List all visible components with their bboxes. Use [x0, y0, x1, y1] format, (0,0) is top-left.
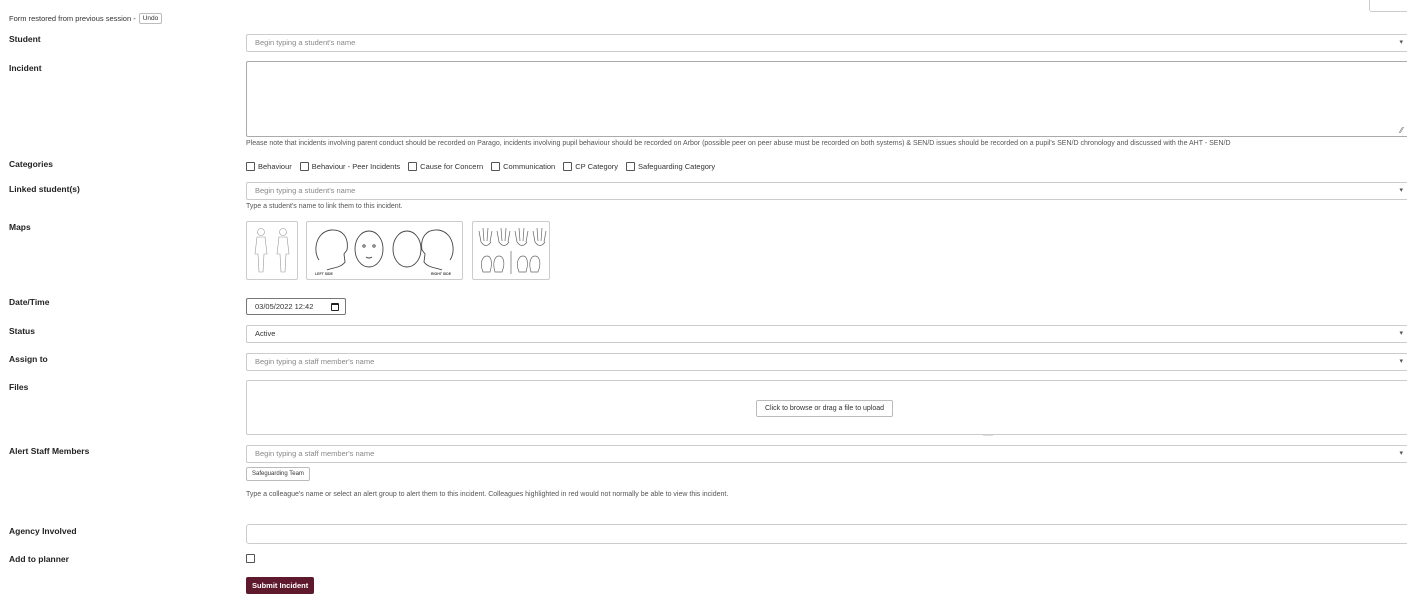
chevron-down-icon: ▾: [1399, 450, 1403, 457]
agency-input[interactable]: [246, 524, 1407, 544]
safeguarding-team-button[interactable]: Safeguarding Team: [246, 467, 310, 481]
upload-button[interactable]: Click to browse or drag a file to upload: [756, 400, 894, 417]
alert-help-text: Type a colleague's name or select an ale…: [246, 491, 729, 498]
restore-text: Form restored from previous session -: [9, 14, 136, 23]
chevron-down-icon: ▾: [1399, 330, 1403, 337]
hands-feet-map-icon: [478, 227, 547, 274]
linked-help-text: Type a student's name to link them to th…: [246, 203, 403, 210]
label-categories: Categories: [9, 159, 53, 169]
label-agency: Agency Involved: [9, 526, 77, 536]
category-behaviour-peer[interactable]: Behaviour - Peer Incidents: [299, 162, 401, 171]
alert-staff-select[interactable]: Begin typing a staff member's name ▾: [246, 445, 1407, 463]
file-dropzone[interactable]: Click to browse or drag a file to upload: [246, 380, 1407, 435]
head-map-right-label: RIGHT SIDE: [431, 272, 452, 276]
chevron-down-icon: ▾: [1399, 187, 1403, 194]
linked-select-placeholder: Begin typing a student's name: [255, 186, 356, 195]
head-map-left-label: LEFT SIDE: [315, 272, 333, 276]
checkbox[interactable]: [563, 162, 573, 171]
checkbox[interactable]: [299, 162, 309, 171]
category-safeguarding[interactable]: Safeguarding Category: [626, 162, 715, 171]
add-to-planner-checkbox[interactable]: [246, 554, 255, 563]
restore-notice: Form restored from previous session - Un…: [9, 13, 163, 24]
datetime-value: 03/05/2022 12:42: [255, 302, 314, 311]
assign-select-placeholder: Begin typing a staff member's name: [255, 357, 375, 366]
student-select-placeholder: Begin typing a student's name: [255, 38, 356, 47]
label-maps: Maps: [9, 222, 31, 232]
body-map-icon: [254, 228, 290, 273]
dropzone-divider: [983, 435, 993, 436]
category-cp[interactable]: CP Category: [563, 162, 618, 171]
datetime-input[interactable]: 03/05/2022 12:42: [246, 298, 346, 315]
student-select[interactable]: Begin typing a student's name ▾: [246, 34, 1407, 52]
label-linked-students: Linked student(s): [9, 184, 80, 194]
top-corner-control[interactable]: [1369, 0, 1407, 12]
label-status: Status: [9, 326, 35, 336]
head-map-icon: [315, 229, 454, 271]
category-label: CP Category: [575, 162, 619, 171]
checkbox[interactable]: [408, 162, 418, 171]
checkbox[interactable]: [626, 162, 636, 171]
calendar-icon[interactable]: [331, 303, 339, 311]
category-label: Communication: [503, 162, 556, 171]
category-communication[interactable]: Communication: [491, 162, 555, 171]
label-alert-staff: Alert Staff Members: [9, 446, 90, 456]
label-add-to-planner: Add to planner: [9, 554, 69, 564]
chevron-down-icon: ▾: [1399, 358, 1403, 365]
checkbox[interactable]: [246, 162, 255, 171]
categories-list: Behaviour Behaviour - Peer Incidents Cau…: [246, 162, 715, 171]
undo-button[interactable]: Undo: [138, 13, 163, 24]
category-behaviour[interactable]: Behaviour: [246, 162, 292, 171]
assign-to-select[interactable]: Begin typing a staff member's name ▾: [246, 353, 1407, 371]
incident-help-text: Please note that incidents involving par…: [246, 140, 1231, 147]
linked-students-select[interactable]: Begin typing a student's name ▾: [246, 182, 1407, 200]
incident-textarea[interactable]: ⁄⁄: [246, 61, 1407, 137]
submit-incident-button[interactable]: Submit Incident: [246, 577, 315, 594]
label-datetime: Date/Time: [9, 297, 50, 307]
category-cause-for-concern[interactable]: Cause for Concern: [408, 162, 483, 171]
status-value: Active: [255, 329, 276, 338]
label-files: Files: [9, 382, 29, 392]
alert-select-placeholder: Begin typing a staff member's name: [255, 449, 375, 458]
status-select[interactable]: Active ▾: [246, 325, 1407, 343]
head-map-thumbnail[interactable]: LEFT SIDE RIGHT SIDE: [306, 221, 463, 280]
category-label: Behaviour: [258, 162, 292, 171]
body-map-thumbnail[interactable]: [246, 221, 298, 280]
resize-handle-icon[interactable]: ⁄⁄: [1400, 126, 1403, 135]
category-label: Safeguarding Category: [638, 162, 716, 171]
category-label: Cause for Concern: [420, 162, 484, 171]
label-incident: Incident: [9, 63, 42, 73]
checkbox[interactable]: [491, 162, 501, 171]
chevron-down-icon: ▾: [1399, 39, 1403, 46]
hands-feet-map-thumbnail[interactable]: [472, 221, 550, 280]
category-label: Behaviour - Peer Incidents: [311, 162, 401, 171]
label-assign-to: Assign to: [9, 354, 48, 364]
label-student: Student: [9, 34, 41, 44]
